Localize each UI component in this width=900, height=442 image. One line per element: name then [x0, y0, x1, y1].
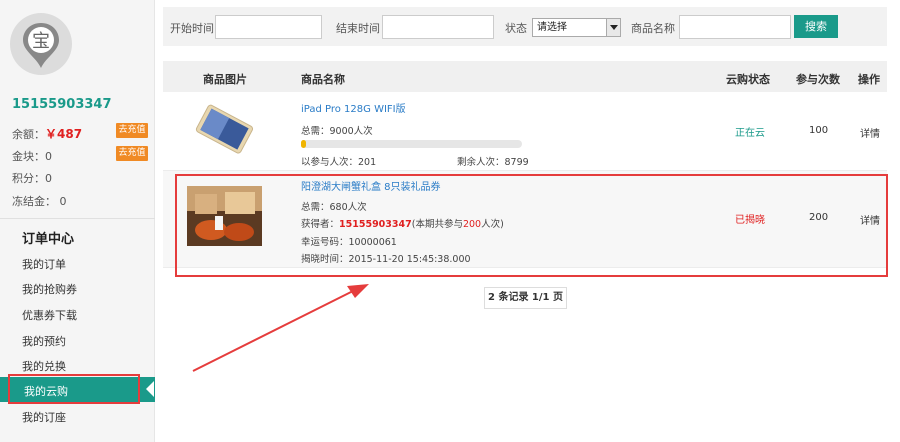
order-center-heading: 订单中心: [22, 232, 75, 247]
product-name-label: 商品名称: [631, 22, 675, 35]
frozen-row: 冻结金： 0: [12, 193, 67, 209]
start-time-input[interactable]: [215, 15, 322, 39]
gold-value: 0: [45, 150, 52, 163]
end-time-label: 结束时间: [336, 22, 380, 35]
sidebar-item-my-orders[interactable]: 我的订单: [22, 256, 66, 272]
svg-text:宝: 宝: [32, 31, 50, 52]
points-row: 积分：0: [12, 170, 52, 186]
product-title-link[interactable]: iPad Pro 128G WIFI版: [301, 100, 406, 115]
balance-row: 余额：￥487: [12, 125, 82, 142]
gold-row: 金块：0: [12, 148, 52, 164]
annotation-highlight-box-sidebar: [8, 374, 140, 404]
avatar: 宝: [10, 13, 72, 75]
participation-count: 100: [809, 125, 829, 136]
sidebar-item-my-exchanges[interactable]: 我的兑换: [22, 358, 66, 374]
balance-label: 余额：: [12, 128, 45, 141]
sidebar-item-my-reservations[interactable]: 我的预约: [22, 333, 66, 349]
header-action: 操作: [858, 73, 880, 86]
sidebar-item-my-coupons[interactable]: 我的抢购券: [22, 281, 77, 297]
details-link[interactable]: 详情: [860, 125, 880, 140]
active-indicator-arrow-icon: [146, 381, 154, 397]
gold-label: 金块：: [12, 150, 45, 163]
progress-bar: [301, 140, 522, 148]
points-value: 0: [45, 172, 52, 185]
header-count: 参与次数: [796, 73, 840, 86]
header-product-name: 商品名称: [301, 73, 345, 86]
sidebar-divider: [0, 218, 155, 219]
joined-count-text: 以参与人次：201: [301, 157, 377, 168]
status-select-value: 请选择: [537, 22, 567, 33]
header-product-image: 商品图片: [203, 73, 247, 86]
status-label: 状态: [505, 22, 527, 35]
end-time-input[interactable]: [382, 15, 494, 39]
frozen-label: 冻结金：: [12, 195, 56, 208]
frozen-value: 0: [59, 195, 67, 208]
balance-value: ￥487: [45, 127, 83, 141]
sidebar-item-my-seats[interactable]: 我的订座: [22, 409, 66, 425]
recharge-balance-button[interactable]: 去充值: [116, 123, 148, 138]
progress-bar-fill: [301, 140, 306, 148]
pagination-info: 2 条记录 1/1 页: [484, 287, 567, 309]
sidebar-item-coupon-download[interactable]: 优惠券下载: [22, 307, 77, 323]
table-header: 商品图片 商品名称 云购状态 参与次数 操作: [163, 61, 887, 92]
annotation-highlight-box-row: [175, 174, 888, 277]
product-image-ipad[interactable]: [187, 100, 262, 160]
chevron-down-icon[interactable]: [606, 19, 620, 36]
start-time-label: 开始时间: [170, 22, 214, 35]
points-label: 积分：: [12, 172, 45, 185]
status-in-progress: 正在云: [735, 128, 765, 139]
recharge-gold-button[interactable]: 去充值: [116, 146, 148, 161]
search-button[interactable]: 搜索: [794, 15, 838, 38]
header-status: 云购状态: [726, 73, 770, 86]
username: 15155903347: [12, 97, 112, 112]
status-select[interactable]: 请选择: [532, 18, 621, 37]
filter-bar: 开始时间 结束时间 状态 商品名称: [163, 7, 887, 46]
product-name-input[interactable]: [679, 15, 791, 39]
remaining-count-text: 剩余人次：8799: [457, 157, 529, 168]
table-row: iPad Pro 128G WIFI版 总需：9000人次 以参与人次：201 …: [163, 92, 887, 171]
total-need-text: 总需：9000人次: [301, 126, 373, 137]
